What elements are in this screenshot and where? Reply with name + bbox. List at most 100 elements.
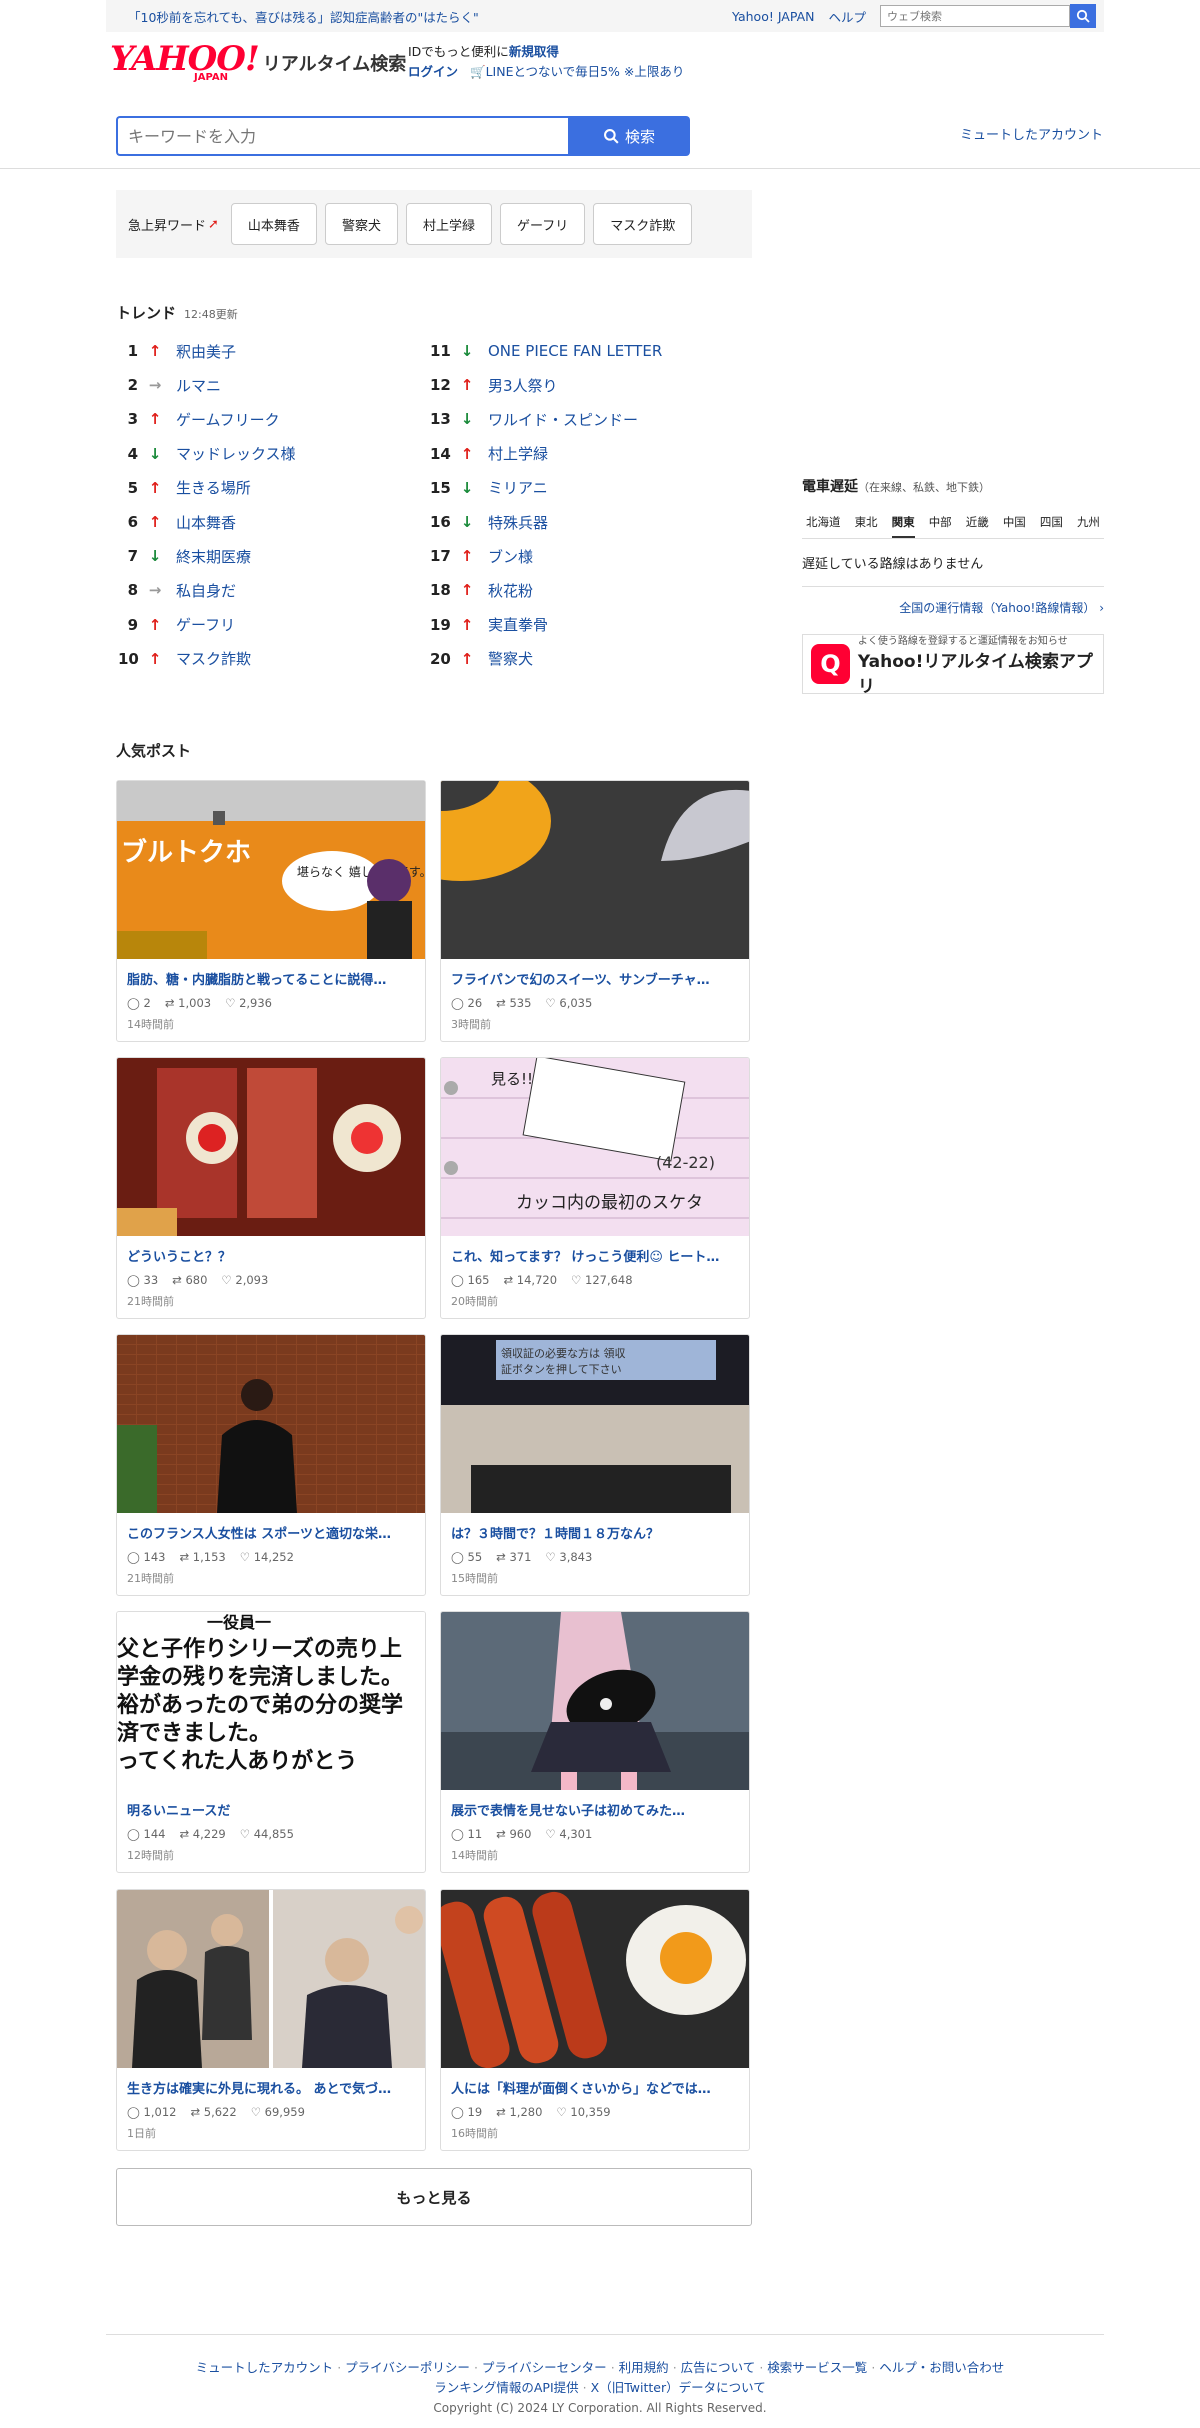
trend-item[interactable]: 10 ↑ マスク詐欺: [118, 642, 418, 676]
trend-item[interactable]: 9 ↑ ゲーフリ: [118, 608, 418, 642]
post-card[interactable]: ブルトクホ 堪らなく 嬉しいのです。 脂肪、糖・内臓脂肪と戦ってることに説得… ◯…: [116, 780, 426, 1042]
like-count[interactable]: ♡ 2,093: [221, 1273, 268, 1287]
trend-keyword[interactable]: ルマニ: [176, 375, 221, 396]
footer-link[interactable]: 利用規約: [619, 2360, 669, 2375]
like-count[interactable]: ♡ 3,843: [545, 1550, 592, 1564]
trend-item[interactable]: 1 ↑ 釈由美子: [118, 334, 418, 368]
reply-count[interactable]: ◯ 55: [451, 1550, 482, 1564]
post-image[interactable]: [441, 1612, 749, 1790]
trend-item[interactable]: 6 ↑ 山本舞香: [118, 505, 418, 539]
search-button[interactable]: 検索: [568, 116, 690, 156]
region-tab[interactable]: 東北: [855, 508, 878, 538]
line-promo-link[interactable]: LINEとつないで毎日5% ※上限あり: [486, 64, 685, 79]
trend-keyword[interactable]: 特殊兵器: [488, 512, 548, 533]
post-card[interactable]: 展示で表情を見せない子は初めてみた… ◯ 11 ⇄ 960 ♡ 4,301 14時間前: [440, 1611, 750, 1873]
trend-keyword[interactable]: マッドレックス様: [176, 443, 296, 464]
post-title[interactable]: は？３時間で？１時間１８万なん？: [451, 1523, 739, 1542]
trend-keyword[interactable]: 男3人祭り: [488, 375, 558, 396]
trend-item[interactable]: 18 ↑ 秋花粉: [430, 573, 730, 607]
post-card[interactable]: 生き方は確実に外見に現れる。 あとで気づ… ◯ 1,012 ⇄ 5,622 ♡ 69,…: [116, 1889, 426, 2151]
footer-link[interactable]: プライバシーセンター: [482, 2360, 607, 2375]
post-image[interactable]: [441, 1890, 749, 2069]
trend-keyword[interactable]: ミリアニ: [488, 477, 548, 498]
post-title[interactable]: 展示で表情を見せない子は初めてみた…: [451, 1800, 739, 1819]
web-search-button[interactable]: [1070, 4, 1096, 28]
post-title[interactable]: このフランス人女性は スポーツと適切な栄…: [127, 1523, 415, 1542]
post-image[interactable]: [117, 1890, 425, 2068]
reply-count[interactable]: ◯ 144: [127, 1827, 165, 1841]
like-count[interactable]: ♡ 69,959: [251, 2105, 305, 2119]
like-count[interactable]: ♡ 10,359: [556, 2105, 610, 2119]
trend-item[interactable]: 12 ↑ 男3人祭り: [430, 368, 730, 402]
reply-count[interactable]: ◯ 165: [451, 1273, 489, 1287]
trend-keyword[interactable]: 釈由美子: [176, 341, 236, 362]
reply-count[interactable]: ◯ 19: [451, 2105, 482, 2119]
muted-accounts-link[interactable]: ミュートしたアカウント: [960, 124, 1103, 143]
trend-keyword[interactable]: 山本舞香: [176, 512, 236, 533]
post-title[interactable]: 明るいニュースだ: [127, 1800, 415, 1819]
login-link[interactable]: ログイン: [408, 64, 458, 79]
region-tab[interactable]: 近畿: [966, 508, 989, 538]
retweet-count[interactable]: ⇄ 960: [496, 1827, 531, 1841]
retweet-count[interactable]: ⇄ 535: [496, 996, 531, 1010]
region-tab[interactable]: 関東: [891, 508, 915, 538]
post-title[interactable]: これ、知ってます？ けっこう便利☺ ヒート…: [451, 1246, 739, 1265]
trend-keyword[interactable]: ONE PIECE FAN LETTER: [488, 342, 662, 360]
post-image[interactable]: ブルトクホ 堪らなく 嬉しいのです。: [117, 781, 425, 959]
reply-count[interactable]: ◯ 11: [451, 1827, 482, 1841]
trend-item[interactable]: 16 ↓ 特殊兵器: [430, 505, 730, 539]
post-title[interactable]: 脂肪、糖・内臓脂肪と戦ってることに説得…: [127, 969, 415, 988]
post-card[interactable]: 見る!! (42-22) カッコ内の最初のスケタ これ、知ってます？ けっこう便利…: [440, 1057, 750, 1319]
train-info-link[interactable]: 全国の運行情報（Yahoo!路線情報） ›: [899, 601, 1104, 615]
surge-chip[interactable]: 山本舞香: [230, 203, 317, 245]
footer-link[interactable]: X（旧Twitter）データについて: [591, 2380, 766, 2395]
retweet-count[interactable]: ⇄ 1,003: [165, 996, 211, 1010]
post-title[interactable]: 生き方は確実に外見に現れる。 あとで気づ…: [127, 2078, 415, 2097]
post-card[interactable]: フライパンで幻のスイーツ、サンブーチャ… ◯ 26 ⇄ 535 ♡ 6,035 3時間前: [440, 780, 750, 1042]
trend-item[interactable]: 17 ↑ ブン様: [430, 539, 730, 573]
logo[interactable]: YAHOO! JAPAN リアルタイム検索: [110, 42, 406, 83]
retweet-count[interactable]: ⇄ 4,229: [179, 1827, 225, 1841]
footer-link[interactable]: プライバシーポリシー: [345, 2360, 470, 2375]
retweet-count[interactable]: ⇄ 680: [172, 1273, 207, 1287]
trend-keyword[interactable]: 実直拳骨: [488, 614, 548, 635]
post-card[interactable]: 人には「料理が面倒くさいから」などでは… ◯ 19 ⇄ 1,280 ♡ 10,359 1…: [440, 1889, 750, 2151]
post-image[interactable]: 一役員一 父と子作りシリーズの売り上 学金の残りを完済しました。 裕があったので弟の分…: [117, 1612, 425, 1790]
footer-link[interactable]: 検索サービス一覧: [767, 2360, 867, 2375]
trend-keyword[interactable]: ゲーフリ: [176, 614, 235, 635]
trend-item[interactable]: 14 ↑ 村上学緑: [430, 437, 730, 471]
trend-item[interactable]: 15 ↓ ミリアニ: [430, 471, 730, 505]
web-search-input[interactable]: [880, 5, 1070, 27]
region-tab[interactable]: 北海道: [806, 508, 841, 538]
surge-chip[interactable]: マスク詐欺: [593, 203, 693, 245]
region-tab[interactable]: 九州: [1077, 508, 1100, 538]
reply-count[interactable]: ◯ 2: [127, 996, 151, 1010]
retweet-count[interactable]: ⇄ 371: [496, 1550, 531, 1564]
yahoo-japan-link[interactable]: Yahoo! JAPAN: [732, 9, 814, 24]
trend-item[interactable]: 13 ↓ ワルイド・スピンドー: [430, 402, 730, 436]
surge-chip[interactable]: 警察犬: [324, 203, 398, 245]
surge-chip[interactable]: ゲーフリ: [499, 203, 586, 245]
post-image[interactable]: [441, 781, 749, 959]
app-banner[interactable]: Q よく使う路線を登録すると運延情報をお知らせ Yahoo!リアルタイム検索アプ…: [802, 634, 1104, 697]
post-title[interactable]: どういうこと？？: [127, 1246, 415, 1265]
region-tab[interactable]: 中部: [929, 508, 952, 538]
post-card[interactable]: このフランス人女性は スポーツと適切な栄… ◯ 143 ⇄ 1,153 ♡ 14,25…: [116, 1334, 426, 1596]
footer-link[interactable]: ランキング情報のAPI提供: [434, 2380, 578, 2395]
retweet-count[interactable]: ⇄ 1,280: [496, 2105, 542, 2119]
trend-keyword[interactable]: ワルイド・スピンドー: [488, 409, 638, 430]
region-tab[interactable]: 四国: [1040, 508, 1063, 538]
trend-keyword[interactable]: 村上学緑: [488, 443, 548, 464]
trend-item[interactable]: 8 → 私自身だ: [118, 573, 418, 607]
like-count[interactable]: ♡ 127,648: [571, 1273, 633, 1287]
trend-item[interactable]: 2 → ルマニ: [118, 368, 418, 402]
trend-keyword[interactable]: ゲームフリーク: [176, 409, 280, 430]
like-count[interactable]: ♡ 4,301: [545, 1827, 592, 1841]
trend-item[interactable]: 20 ↑ 警察犬: [430, 642, 730, 676]
trend-keyword[interactable]: 私自身だ: [176, 580, 236, 601]
post-card[interactable]: どういうこと？？ ◯ 33 ⇄ 680 ♡ 2,093 21時間前: [116, 1057, 426, 1319]
trend-keyword[interactable]: 秋花粉: [488, 580, 533, 601]
trend-item[interactable]: 7 ↓ 終末期医療: [118, 539, 418, 573]
retweet-count[interactable]: ⇄ 14,720: [503, 1273, 557, 1287]
post-title[interactable]: フライパンで幻のスイーツ、サンブーチャ…: [451, 969, 739, 988]
